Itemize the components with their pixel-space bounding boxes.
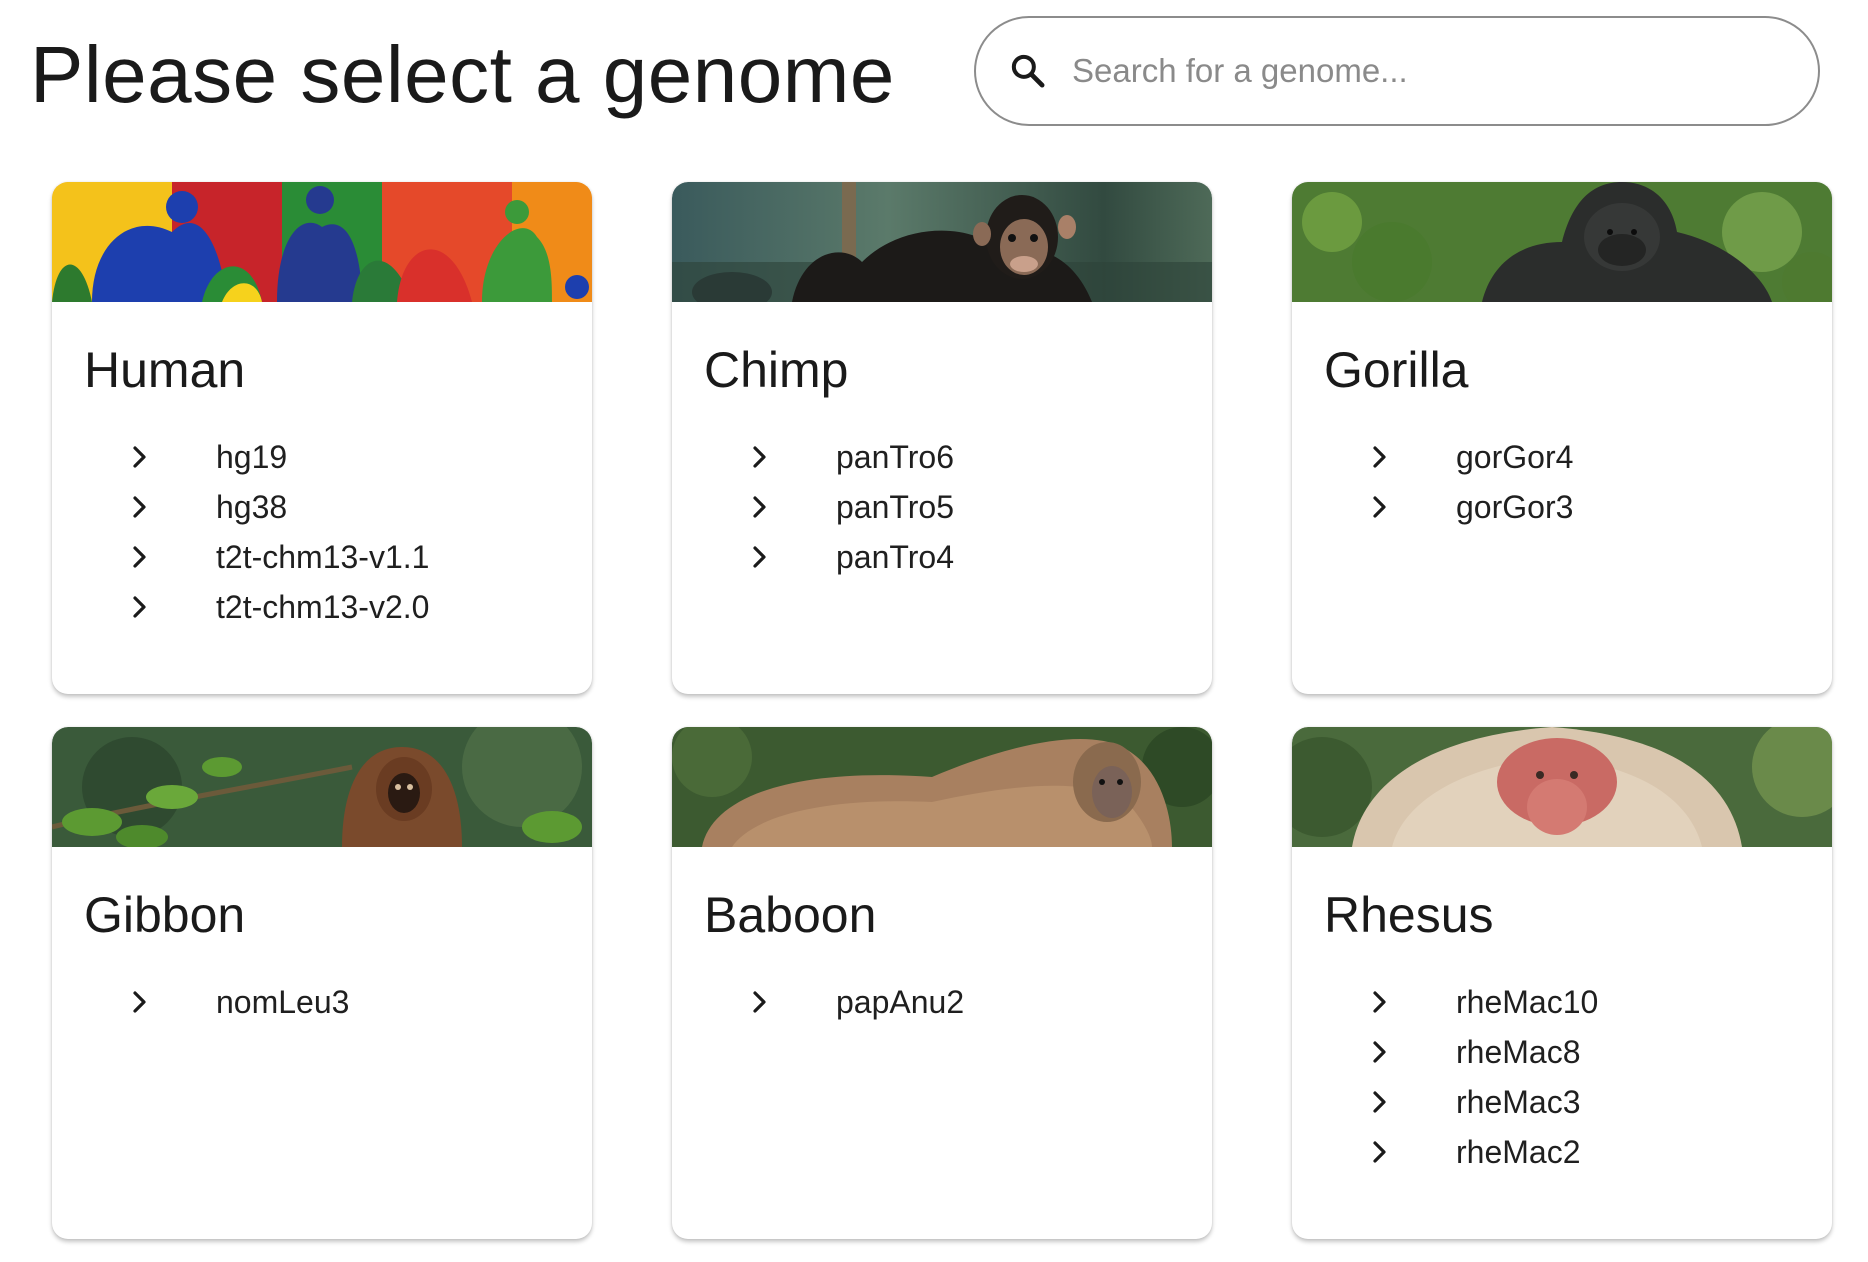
- species-name: Rhesus: [1324, 887, 1494, 943]
- species-banner-image: [1292, 182, 1832, 302]
- assembly-label: rheMac8: [1456, 1034, 1581, 1070]
- species-card-rhesus: Rhesus rheMac10 rheMac8 rheMac3 rheMac2: [1292, 727, 1832, 1239]
- species-name: Chimp: [704, 342, 849, 398]
- chevron-right-icon: [128, 990, 152, 1014]
- chevron-right-icon: [128, 545, 152, 569]
- species-banner-image: [672, 727, 1212, 847]
- chevron-right-icon: [1368, 495, 1392, 519]
- species-name: Gorilla: [1324, 342, 1469, 398]
- assembly-list: rheMac10 rheMac8 rheMac3 rheMac2: [1292, 977, 1832, 1177]
- assembly-item-papanu2[interactable]: papAnu2: [672, 977, 1212, 1027]
- species-grid: Human hg19 hg38 t2t-chm13-v1.1 t2t-chm13…: [52, 182, 1832, 1239]
- assembly-label: hg19: [216, 439, 288, 475]
- assembly-item-gorgor3[interactable]: gorGor3: [1292, 482, 1832, 532]
- chevron-right-icon: [1368, 1090, 1392, 1114]
- chevron-right-icon: [748, 495, 772, 519]
- assembly-item-t2t-chm13-v2-0[interactable]: t2t-chm13-v2.0: [52, 582, 592, 632]
- species-name: Gibbon: [84, 887, 246, 943]
- search-box[interactable]: [974, 16, 1820, 126]
- assembly-label: gorGor4: [1456, 439, 1574, 475]
- assembly-label: nomLeu3: [216, 984, 350, 1020]
- species-card-gibbon: Gibbon nomLeu3: [52, 727, 592, 1239]
- species-banner-image: [52, 182, 592, 302]
- assembly-item-rhemac8[interactable]: rheMac8: [1292, 1027, 1832, 1077]
- assembly-label: papAnu2: [836, 984, 965, 1020]
- assembly-label: rheMac3: [1456, 1084, 1581, 1120]
- chevron-right-icon: [1368, 990, 1392, 1014]
- assembly-label: panTro4: [836, 539, 954, 575]
- chevron-right-icon: [128, 445, 152, 469]
- chevron-right-icon: [748, 990, 772, 1014]
- assembly-list: panTro6 panTro5 panTro4: [672, 432, 1212, 582]
- assembly-item-nomleu3[interactable]: nomLeu3: [52, 977, 592, 1027]
- assembly-label: panTro5: [836, 489, 954, 525]
- assembly-label: t2t-chm13-v1.1: [216, 539, 430, 575]
- assembly-item-t2t-chm13-v1-1[interactable]: t2t-chm13-v1.1: [52, 532, 592, 582]
- assembly-item-pantro5[interactable]: panTro5: [672, 482, 1212, 532]
- chevron-right-icon: [748, 445, 772, 469]
- assembly-label: rheMac10: [1456, 984, 1599, 1020]
- chevron-right-icon: [1368, 1040, 1392, 1064]
- chevron-right-icon: [1368, 1140, 1392, 1164]
- genome-selector-page: Please select a genome Search for a geno…: [0, 0, 1868, 1262]
- search-input[interactable]: [1070, 51, 1788, 91]
- assembly-list: hg19 hg38 t2t-chm13-v1.1 t2t-chm13-v2.0: [52, 432, 592, 632]
- species-card-human: Human hg19 hg38 t2t-chm13-v1.1 t2t-chm13…: [52, 182, 592, 694]
- assembly-item-rhemac3[interactable]: rheMac3: [1292, 1077, 1832, 1127]
- species-card-baboon: Baboon papAnu2: [672, 727, 1212, 1239]
- page-title: Please select a genome: [30, 30, 895, 119]
- species-banner-image: [1292, 727, 1832, 847]
- species-name: Baboon: [704, 887, 877, 943]
- assembly-list: gorGor4 gorGor3: [1292, 432, 1832, 532]
- assembly-label: hg38: [216, 489, 288, 525]
- assembly-label: rheMac2: [1456, 1134, 1581, 1170]
- assembly-item-pantro6[interactable]: panTro6: [672, 432, 1212, 482]
- assembly-label: gorGor3: [1456, 489, 1574, 525]
- assembly-label: t2t-chm13-v2.0: [216, 589, 430, 625]
- assembly-item-pantro4[interactable]: panTro4: [672, 532, 1212, 582]
- assembly-item-rhemac10[interactable]: rheMac10: [1292, 977, 1832, 1027]
- species-banner-image: [672, 182, 1212, 302]
- species-card-gorilla: Gorilla gorGor4 gorGor3: [1292, 182, 1832, 694]
- assembly-list: papAnu2: [672, 977, 1212, 1027]
- assembly-item-gorgor4[interactable]: gorGor4: [1292, 432, 1832, 482]
- assembly-item-hg19[interactable]: hg19: [52, 432, 592, 482]
- chevron-right-icon: [128, 595, 152, 619]
- chevron-right-icon: [1368, 445, 1392, 469]
- search-icon: [1006, 49, 1050, 93]
- assembly-item-hg38[interactable]: hg38: [52, 482, 592, 532]
- assembly-item-rhemac2[interactable]: rheMac2: [1292, 1127, 1832, 1177]
- species-banner-image: [52, 727, 592, 847]
- assembly-list: nomLeu3: [52, 977, 592, 1027]
- assembly-label: panTro6: [836, 439, 954, 475]
- chevron-right-icon: [128, 495, 152, 519]
- species-name: Human: [84, 342, 246, 398]
- species-card-chimp: Chimp panTro6 panTro5 panTro4: [672, 182, 1212, 694]
- chevron-right-icon: [748, 545, 772, 569]
